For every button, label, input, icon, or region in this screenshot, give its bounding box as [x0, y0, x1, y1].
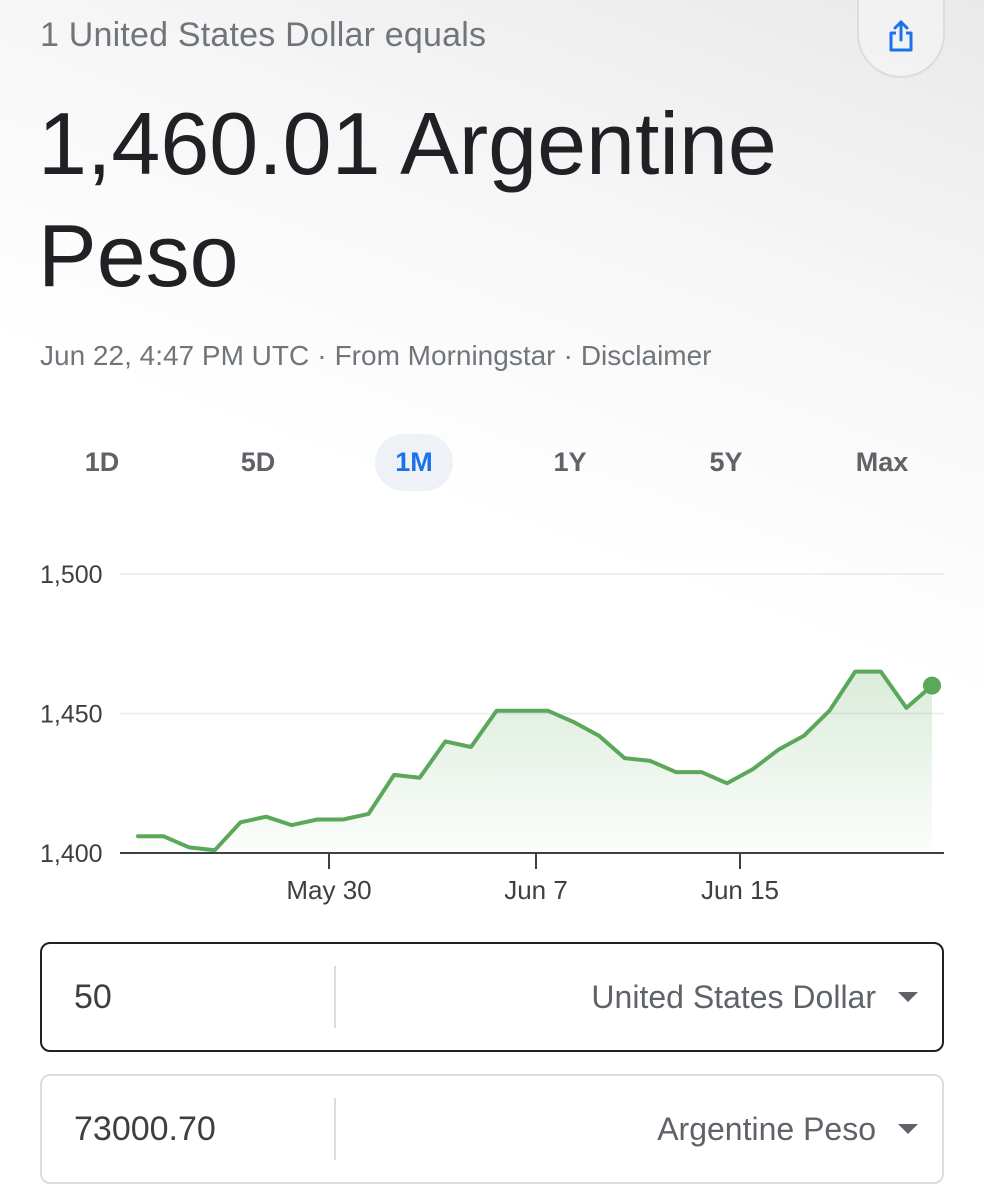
y-tick-label: 1,500 — [40, 561, 103, 589]
x-tick-label: Jun 7 — [504, 875, 568, 905]
equals-label: 1 United States Dollar equals — [40, 16, 487, 54]
tab-5d[interactable]: 5D — [180, 432, 336, 492]
tab-label: 1M — [375, 433, 453, 491]
disclaimer-link[interactable]: Disclaimer — [581, 340, 712, 371]
y-tick-label: 1,450 — [40, 701, 103, 729]
to-currency-select[interactable]: Argentine Peso — [336, 1111, 942, 1148]
separator: · — [563, 340, 573, 371]
tab-label: Max — [855, 446, 909, 477]
tab-1d[interactable]: 1D — [24, 432, 180, 492]
to-currency-label: Argentine Peso — [657, 1110, 876, 1147]
x-tick-label: May 30 — [286, 875, 371, 905]
conversion-value: 1,460.01 Argentine Peso — [38, 94, 777, 305]
x-tick-label: Jun 15 — [701, 875, 779, 905]
dropdown-caret-icon — [898, 1124, 918, 1134]
tab-5y[interactable]: 5Y — [648, 432, 804, 492]
share-icon — [886, 19, 916, 58]
share-button[interactable] — [857, 0, 945, 78]
meta-line: Jun 22, 4:47 PM UTC · From Morningstar · Dis… — [40, 340, 712, 372]
timestamp: Jun 22, 4:47 PM UTC — [40, 340, 310, 371]
tab-1m[interactable]: 1M — [336, 432, 492, 492]
dropdown-caret-icon — [898, 992, 918, 1002]
tab-1y[interactable]: 1Y — [492, 432, 648, 492]
tab-label: 1D — [84, 446, 120, 477]
series-area — [138, 671, 932, 853]
converter-to: 73000.70 Argentine Peso — [40, 1074, 944, 1184]
from-amount-input[interactable]: 50 — [42, 966, 336, 1028]
tab-max[interactable]: Max — [804, 432, 960, 492]
tab-label: 5Y — [709, 446, 743, 477]
exchange-rate-chart[interactable]: 1,500 1,450 1,400 May 30 Jun 7 Jun 15 — [0, 540, 984, 920]
y-tick-label: 1,400 — [40, 840, 103, 868]
from-currency-label: United States Dollar — [591, 978, 876, 1015]
source-link[interactable]: From Morningstar — [335, 340, 556, 371]
tab-label: 1Y — [553, 446, 587, 477]
from-currency-select[interactable]: United States Dollar — [336, 979, 942, 1016]
converter-from: 50 United States Dollar — [40, 942, 944, 1052]
to-amount-input[interactable]: 73000.70 — [42, 1098, 336, 1160]
tab-label: 5D — [240, 446, 276, 477]
range-tabs: 1D 5D 1M 1Y 5Y Max — [24, 432, 960, 492]
separator: · — [317, 340, 327, 371]
last-point-marker — [923, 676, 941, 695]
